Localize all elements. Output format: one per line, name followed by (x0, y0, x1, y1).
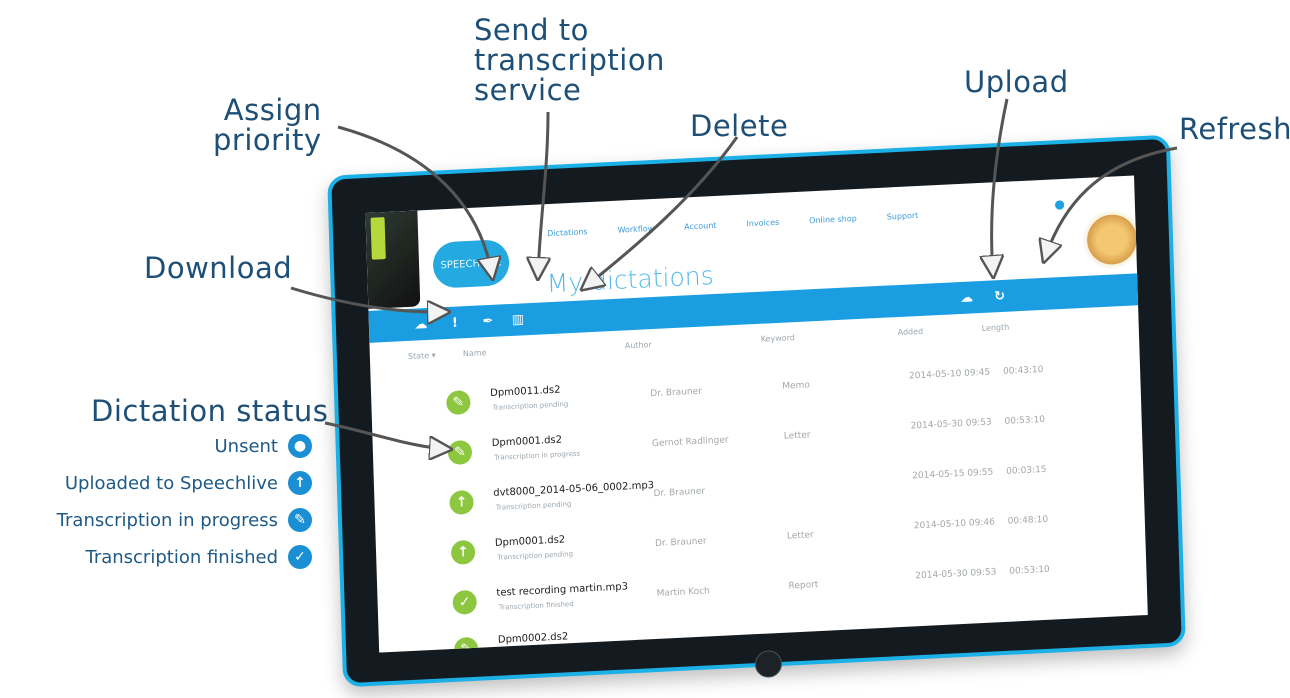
transcription-status: Transcription pending (495, 500, 572, 512)
pencil-icon: ✎ (447, 439, 473, 466)
dictation-device-image (365, 210, 421, 309)
main-navigation: Dictations Workflow Account Invoices Onl… (547, 211, 918, 238)
upload-arrow-icon: ↑ (288, 471, 312, 495)
author: Dr. Brauner (650, 386, 703, 400)
keyword: Letter (783, 430, 811, 442)
legend-label: Transcription finished (85, 546, 278, 568)
speechlive-logo[interactable]: SPEECHLIVE (432, 239, 510, 289)
download-icon[interactable]: ☁ (411, 314, 432, 335)
added-date: 2014-05-15 09:55 (912, 467, 994, 482)
legend-item-in-progress: Transcription in progress ✎ (57, 508, 312, 532)
duration: 00:53:10 (1009, 564, 1050, 577)
column-author[interactable]: Author (625, 340, 652, 350)
column-state[interactable]: State ▾ (408, 351, 436, 361)
tablet-home-button[interactable] (754, 649, 783, 679)
transcription-status: Transcription pending (492, 400, 569, 412)
coffee-cup-image (1082, 209, 1142, 270)
author: Martin Koch (656, 586, 710, 599)
transcription-status: Transcription in progress (494, 449, 581, 462)
tablet-device: SPEECHLIVE Dictations Workflow Account I… (327, 134, 1186, 688)
upload-arrow-icon: ↑ (450, 539, 476, 565)
nav-account[interactable]: Account (684, 221, 717, 232)
upload-icon[interactable]: ☁ (956, 287, 977, 308)
column-added[interactable]: Added (898, 327, 924, 337)
file-name[interactable]: Dpm0002.ds2 (498, 631, 569, 645)
pencil-icon: ✎ (446, 389, 471, 416)
callout-download: Download (144, 251, 293, 285)
author: Dr. Brauner (653, 486, 706, 500)
upload-arrow-icon: ↑ (449, 489, 474, 516)
column-length[interactable]: Length (982, 323, 1010, 333)
refresh-icon[interactable]: ↻ (989, 286, 1010, 307)
column-keyword[interactable]: Keyword (761, 333, 795, 344)
pencil-icon: ✎ (288, 508, 312, 532)
duration: 00:53:10 (1004, 414, 1046, 427)
file-name[interactable]: Dpm0001.ds2 (495, 534, 566, 548)
checkmark-icon: ✓ (288, 545, 312, 569)
file-name[interactable]: Dpm0011.ds2 (490, 385, 561, 399)
nav-online-shop[interactable]: Online shop (809, 214, 857, 225)
priority-icon[interactable]: ! (445, 312, 466, 333)
callout-assign-priority: Assign priority (213, 93, 322, 157)
legend-item-finished: Transcription finished ✓ (85, 545, 312, 569)
nav-workflow[interactable]: Workflow (617, 224, 654, 235)
author: Gernot Radlinger (651, 435, 729, 450)
page-title: My dictations (546, 261, 715, 299)
callout-refresh: Refresh (1179, 112, 1290, 146)
callout-delete: Delete (690, 109, 789, 143)
added-date: 2014-05-10 09:46 (913, 517, 996, 532)
keyword: Letter (786, 530, 814, 542)
callout-dictation-status: Dictation status (91, 394, 329, 428)
transcription-status: Transcription finished (498, 600, 574, 612)
duration: 00:03:15 (1006, 464, 1047, 477)
added-date: 2014-05-10 09:45 (908, 367, 991, 382)
delete-icon[interactable]: ▥ (508, 309, 529, 330)
column-name[interactable]: Name (463, 348, 487, 358)
legend-item-uploaded: Uploaded to Speechlive ↑ (65, 471, 312, 495)
legend-label: Uploaded to Speechlive (64, 472, 278, 494)
legend-label: Transcription in progress (56, 509, 278, 531)
nav-invoices[interactable]: Invoices (746, 218, 779, 229)
added-date: 2014-05-30 09:53 (915, 567, 997, 582)
file-name[interactable]: test recording martin.mp3 (496, 581, 628, 598)
transcription-status: Transcription pending (497, 550, 574, 562)
status-legend: Unsent ● Uploaded to Speechlive ↑ Transcri… (0, 434, 312, 576)
checkmark-icon: ✓ (452, 589, 478, 615)
legend-item-unsent: Unsent ● (214, 434, 312, 458)
keyword: Report (788, 580, 819, 592)
author: Dr. Brauner (654, 536, 707, 550)
nav-support[interactable]: Support (887, 211, 919, 222)
file-name[interactable]: Dpm0001.ds2 (492, 435, 563, 449)
nav-dictations[interactable]: Dictations (547, 227, 588, 238)
microphone-icon: ● (288, 434, 312, 458)
user-icon[interactable]: ● (1054, 197, 1065, 211)
duration: 00:43:10 (1002, 364, 1044, 377)
added-date: 2014-05-30 09:53 (910, 417, 992, 432)
pencil-icon: ✎ (453, 636, 479, 653)
callout-upload: Upload (964, 65, 1069, 99)
keyword: Memo (782, 380, 810, 392)
duration: 00:48:10 (1007, 514, 1049, 527)
callout-send-to-transcription: Send to transcription service (474, 13, 665, 107)
send-to-transcription-icon[interactable]: ✒ (478, 311, 499, 332)
speechlive-screen: SPEECHLIVE Dictations Workflow Account I… (365, 175, 1148, 653)
legend-label: Unsent (214, 435, 278, 457)
